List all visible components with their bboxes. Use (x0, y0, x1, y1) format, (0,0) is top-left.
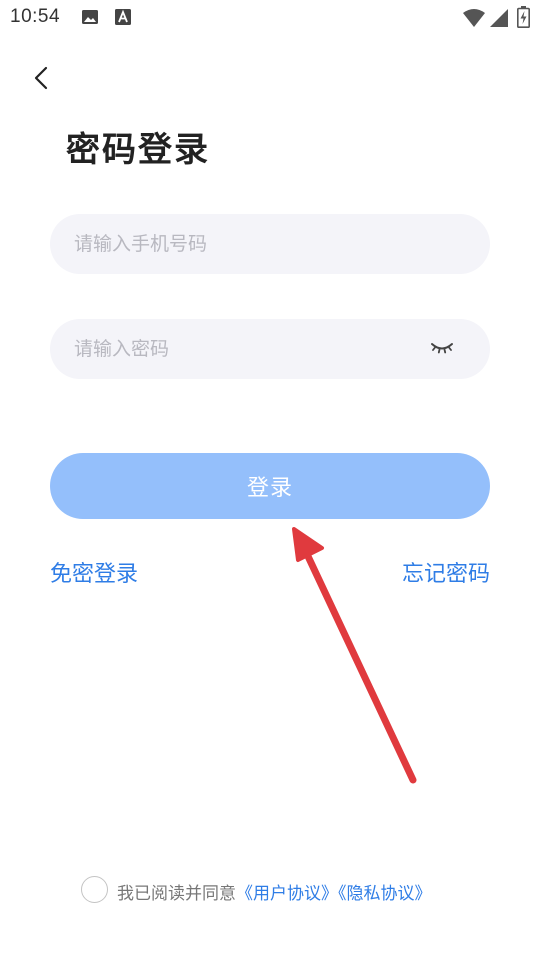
eye-closed-icon[interactable] (430, 339, 454, 357)
chevron-left-icon (34, 66, 48, 90)
agreement-row: 我已阅读并同意《用户协议》《隐私协议》 (0, 876, 540, 904)
wifi-icon (463, 9, 485, 27)
text-a-icon (115, 9, 131, 25)
user-agreement-link[interactable]: 《用户协议》 (236, 884, 338, 904)
page-title: 密码登录 (66, 130, 210, 170)
agree-checkbox[interactable] (81, 876, 108, 903)
login-button[interactable]: 登录 (50, 453, 490, 519)
agreement-prefix: 我已阅读并同意 (117, 884, 236, 904)
password-field (50, 319, 490, 379)
signal-icon (490, 9, 508, 27)
back-button[interactable] (26, 60, 60, 96)
image-icon (82, 10, 98, 24)
status-time: 10:54 (10, 6, 61, 27)
sms-login-link[interactable]: 免密登录 (50, 556, 138, 588)
phone-field (50, 214, 490, 274)
privacy-policy-link[interactable]: 《隐私协议》 (338, 884, 432, 904)
agreement-text: 我已阅读并同意《用户协议》《隐私协议》 (117, 879, 432, 904)
phone-input[interactable] (74, 214, 414, 274)
password-input[interactable] (74, 319, 414, 379)
forgot-password-link[interactable]: 忘记密码 (402, 556, 490, 588)
status-bar: 10:54 (0, 0, 540, 36)
battery-charging-icon (517, 6, 530, 28)
